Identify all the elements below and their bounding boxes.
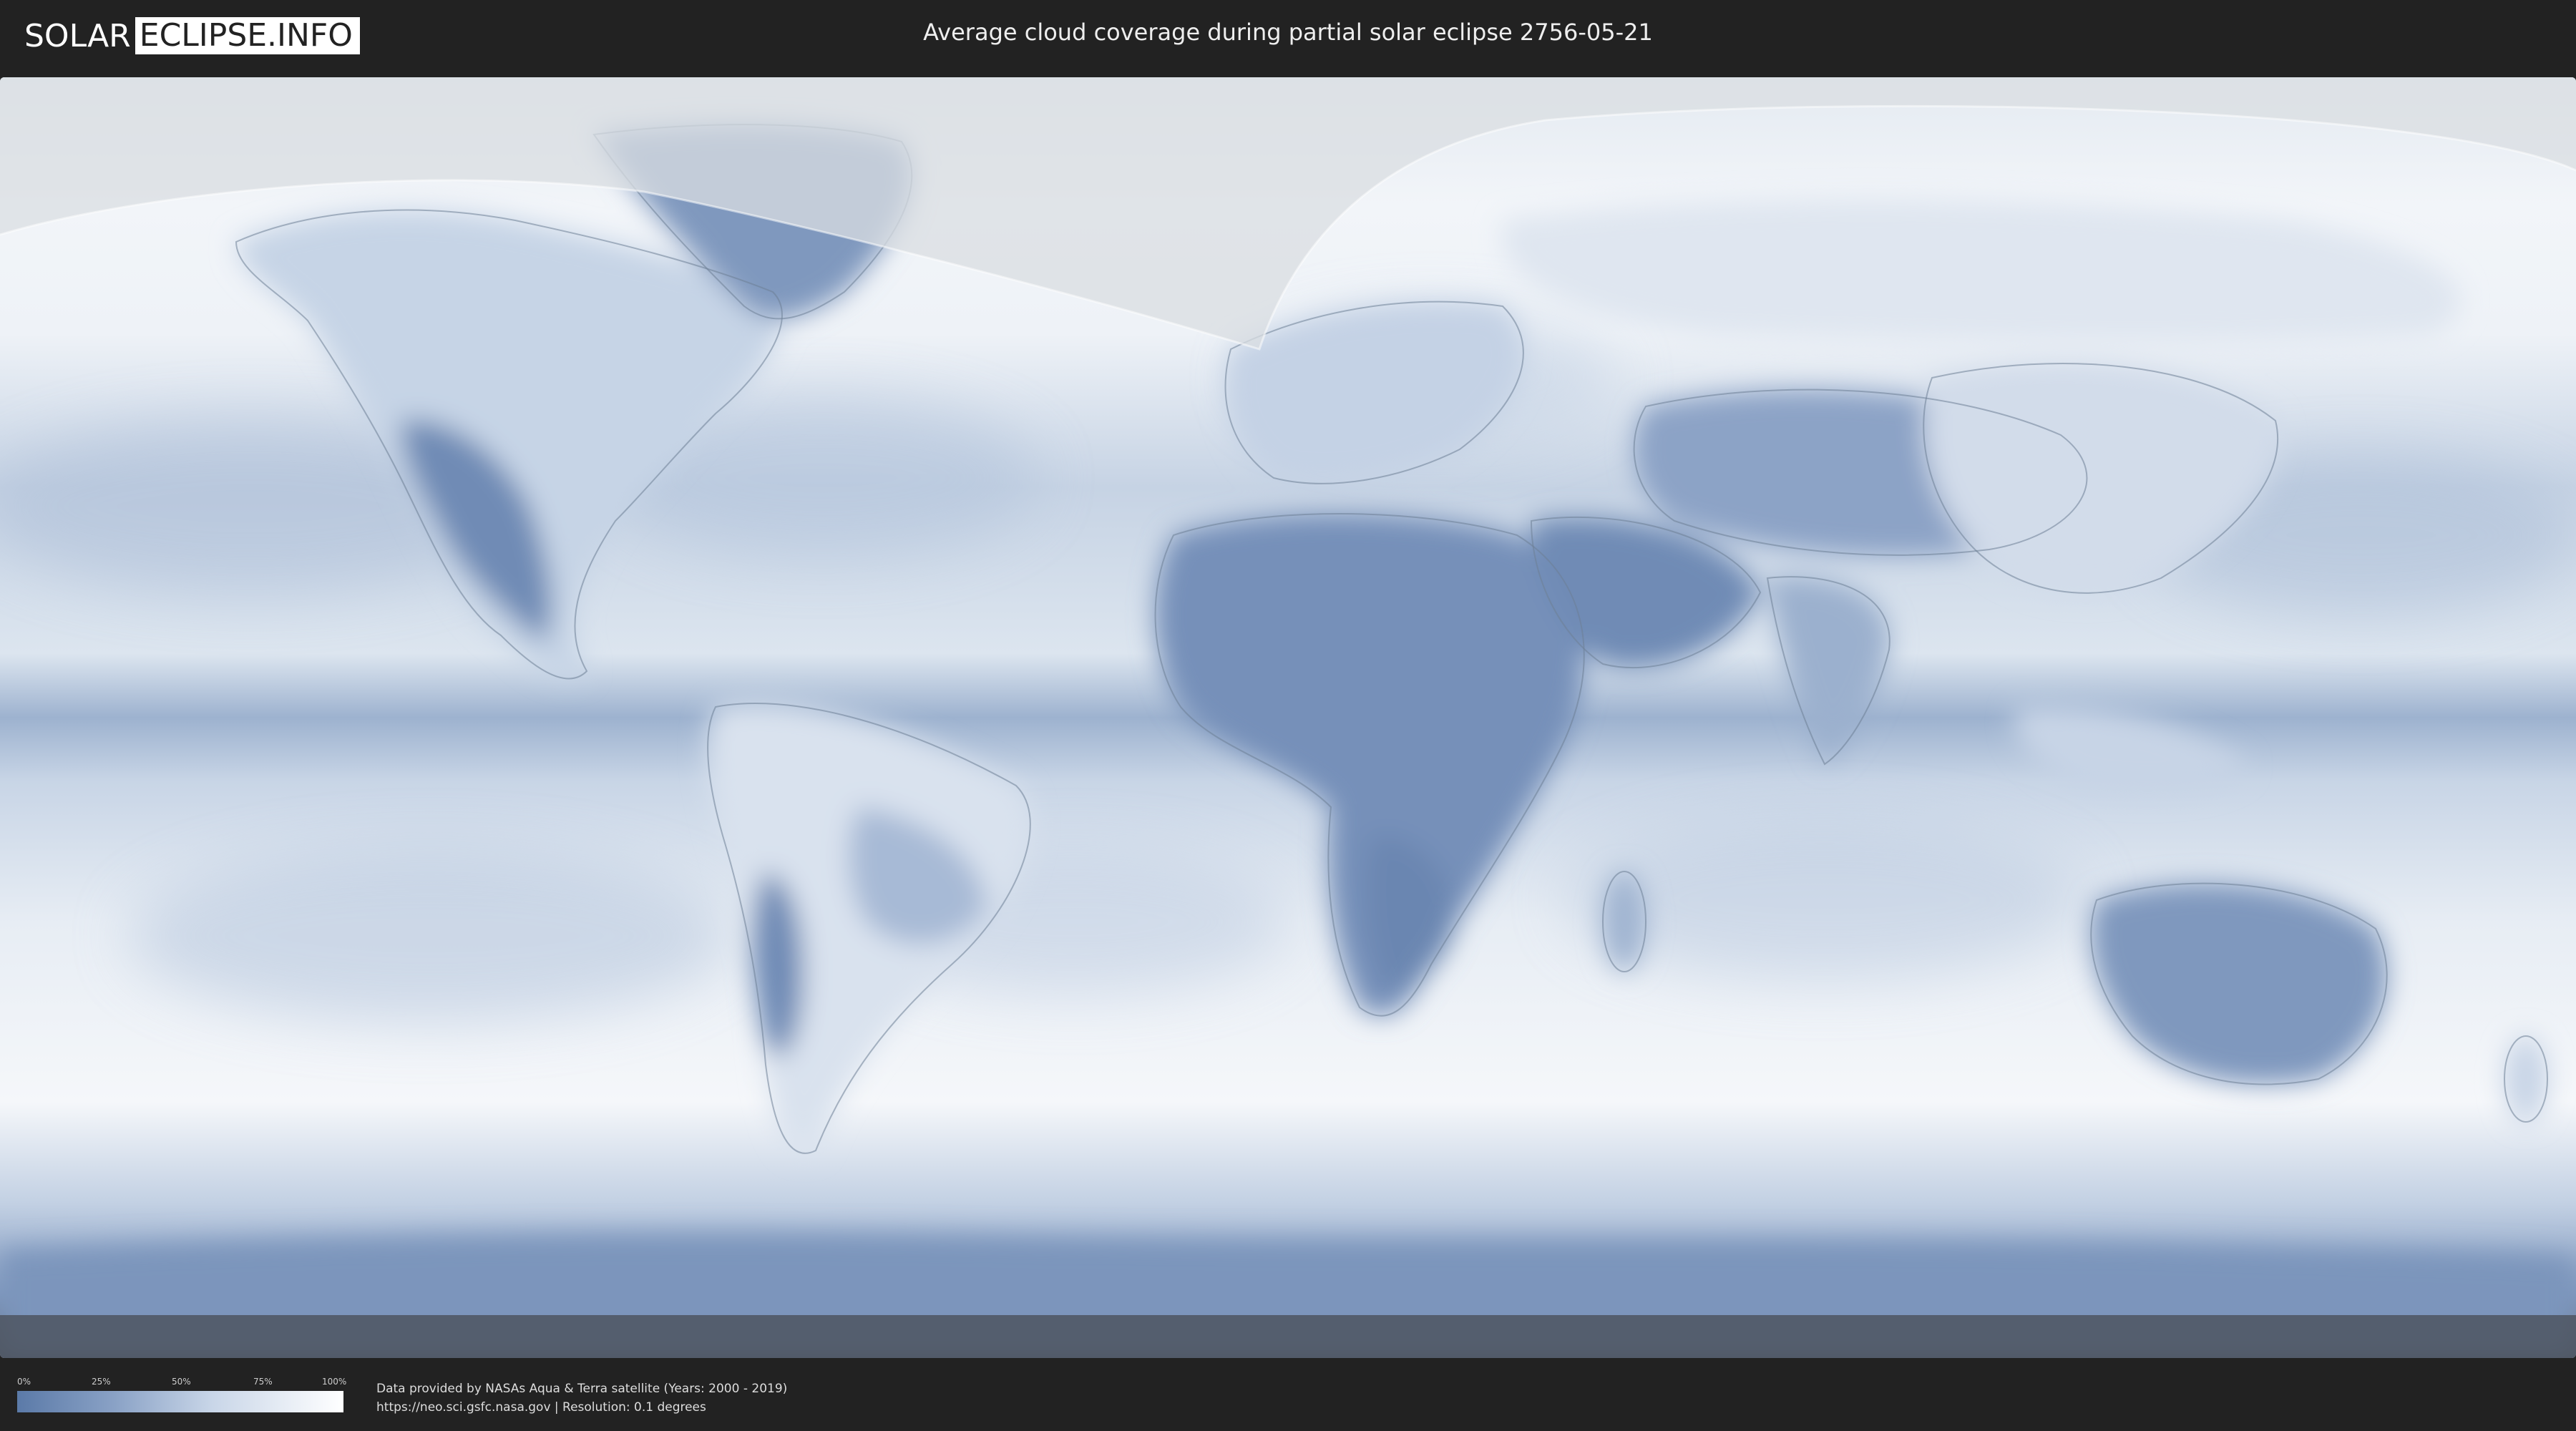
legend-tick-75: 75% [253, 1377, 273, 1387]
footer: 0% 25% 50% 75% 100% Data provided by NAS… [0, 1358, 2576, 1431]
legend-ticks: 0% 25% 50% 75% 100% [17, 1375, 347, 1390]
page: SOLAR ECLIPSE.INFO Average cloud coverag… [0, 0, 2576, 1431]
credits-line-1: Data provided by NASAs Aqua & Terra sate… [376, 1382, 788, 1396]
map-bottom-strip [0, 1315, 2576, 1358]
legend-tick-100: 100% [322, 1377, 347, 1387]
legend-tick-25: 25% [92, 1377, 111, 1387]
legend-color-bar [17, 1391, 343, 1412]
data-credits: Data provided by NASAs Aqua & Terra sate… [376, 1379, 787, 1417]
legend-tick-50: 50% [172, 1377, 191, 1387]
page-title: Average cloud coverage during partial so… [923, 19, 1653, 46]
world-map-svg [0, 77, 2576, 1358]
header: SOLAR ECLIPSE.INFO Average cloud coverag… [0, 0, 2576, 72]
credits-line-2[interactable]: https://neo.sci.gsfc.nasa.gov | Resoluti… [376, 1398, 787, 1417]
cloud-coverage-legend: 0% 25% 50% 75% 100% [17, 1375, 347, 1415]
legend-tick-0: 0% [17, 1377, 31, 1387]
cloud-coverage-map[interactable] [0, 77, 2576, 1358]
